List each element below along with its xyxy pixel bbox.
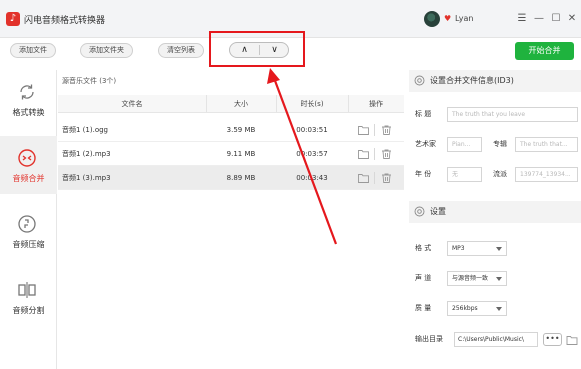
file-duration: 00:03:43	[296, 174, 328, 182]
format-select-value: MP3	[452, 245, 465, 252]
artist-field[interactable]: Pian...	[447, 137, 482, 152]
sidebar-item-label: 音频分割	[12, 306, 45, 315]
sidebar-item-label: 音频合并	[12, 174, 45, 183]
album-label: 专辑	[493, 140, 507, 148]
sidebar-item-audio-split[interactable]: 音频分割	[0, 268, 57, 326]
file-size: 3.59 MB	[226, 126, 256, 134]
settings-section-title: 设置	[430, 207, 446, 216]
format-label: 格 式	[415, 244, 432, 252]
vip-heart-icon: ♥	[444, 14, 452, 23]
file-duration: 00:03:57	[296, 150, 328, 158]
sidebar-item-format-convert[interactable]: 格式转换	[0, 70, 57, 128]
sidebar-item-label: 音频压缩	[12, 240, 45, 249]
clear-list-button[interactable]: 清空列表	[158, 43, 204, 58]
column-header-size[interactable]: 大小	[206, 95, 276, 112]
trash-icon[interactable]	[381, 149, 392, 159]
sidebar-item-audio-merge[interactable]: 音频合并	[0, 136, 57, 194]
file-duration: 00:03:51	[296, 126, 328, 134]
quality-select[interactable]: 256kbps	[447, 301, 507, 316]
channel-select[interactable]: 与源音频一致	[447, 271, 507, 286]
username[interactable]: Lyan	[455, 14, 473, 23]
sidebar-item-label: 格式转换	[12, 108, 45, 117]
column-header-duration[interactable]: 时长(s)	[276, 95, 348, 112]
chevron-down-icon	[496, 247, 502, 251]
action-divider	[374, 148, 375, 160]
quality-label: 质 量	[415, 304, 432, 312]
app-title: 闪电音频格式转换器	[24, 16, 106, 26]
column-header-actions: 操作	[369, 100, 383, 108]
title-field[interactable]: The truth that you leave	[447, 107, 578, 122]
add-file-button[interactable]: 添加文件	[10, 43, 56, 58]
folder-icon[interactable]	[358, 173, 369, 183]
trash-icon[interactable]	[381, 125, 392, 135]
browse-button[interactable]: •••	[543, 333, 562, 346]
channel-select-value: 与源音频一致	[452, 275, 489, 282]
close-button[interactable]: ✕	[566, 12, 578, 26]
quality-select-value: 256kbps	[452, 305, 478, 312]
folder-icon[interactable]	[358, 125, 369, 135]
refresh-icon	[20, 84, 34, 100]
open-folder-icon[interactable]	[566, 335, 578, 345]
sidebar: 格式转换 音频合并 音频压缩 音频分割	[0, 70, 57, 369]
file-name: 音频1 (3).mp3	[62, 174, 111, 182]
annotation-highlight-box	[209, 31, 305, 67]
gear-icon	[414, 75, 425, 86]
file-size: 9.11 MB	[226, 150, 256, 158]
table-row[interactable]: 音频1 (3).mp3 8.89 MB 00:03:43	[58, 166, 404, 190]
column-header-name[interactable]: 文件名	[58, 95, 206, 112]
id3-section-title: 设置合并文件信息(ID3)	[430, 76, 514, 85]
genre-field[interactable]: 139774_13934...	[515, 167, 578, 182]
action-divider	[374, 172, 375, 184]
menu-icon[interactable]: ☰	[516, 12, 528, 26]
year-field[interactable]: 无	[447, 167, 482, 182]
output-dir-label: 输出目录	[415, 335, 443, 343]
album-field[interactable]: The truth that...	[515, 137, 578, 152]
gear-icon	[414, 206, 425, 217]
merge-icon	[18, 149, 36, 167]
channel-label: 声 道	[415, 274, 432, 282]
file-list-title: 源音乐文件 (3个)	[62, 77, 117, 85]
output-dir-field[interactable]: C:\Users\Public\Music\	[454, 332, 538, 347]
file-list-header: 文件名 大小 时长(s) 操作	[58, 95, 404, 113]
file-name: 音频1 (1).ogg	[62, 126, 108, 134]
table-row[interactable]: 音频1 (2).mp3 9.11 MB 00:03:57	[58, 142, 404, 166]
settings-side-panel: 设置合并文件信息(ID3) 标 题 The truth that you lea…	[409, 70, 581, 369]
trash-icon[interactable]	[381, 173, 392, 183]
year-label: 年 份	[415, 170, 432, 178]
id3-section-header: 设置合并文件信息(ID3)	[409, 70, 581, 92]
user-avatar[interactable]	[424, 11, 440, 27]
maximize-button[interactable]: ☐	[550, 12, 562, 26]
sidebar-item-audio-compress[interactable]: 音频压缩	[0, 202, 57, 260]
split-icon	[18, 282, 36, 298]
app-logo-icon: ♪	[6, 12, 20, 26]
title-label: 标 题	[415, 110, 432, 118]
table-row[interactable]: 音频1 (1).ogg 3.59 MB 00:03:51	[58, 118, 404, 142]
file-list-panel: 源音乐文件 (3个) 文件名 大小 时长(s) 操作 音频1 (1).ogg 3…	[58, 72, 404, 369]
artist-label: 艺术家	[415, 140, 436, 148]
folder-icon[interactable]	[358, 149, 369, 159]
compress-icon	[18, 215, 36, 233]
file-size: 8.89 MB	[226, 174, 256, 182]
start-merge-button[interactable]: 开始合并	[515, 42, 574, 60]
settings-section-header: 设置	[409, 201, 581, 223]
action-divider	[374, 124, 375, 136]
add-folder-button[interactable]: 添加文件夹	[80, 43, 133, 58]
format-select[interactable]: MP3	[447, 241, 507, 256]
genre-label: 流派	[493, 170, 507, 178]
chevron-down-icon	[496, 277, 502, 281]
file-name: 音频1 (2).mp3	[62, 150, 111, 158]
chevron-down-icon	[496, 307, 502, 311]
minimize-button[interactable]: —	[533, 12, 545, 26]
